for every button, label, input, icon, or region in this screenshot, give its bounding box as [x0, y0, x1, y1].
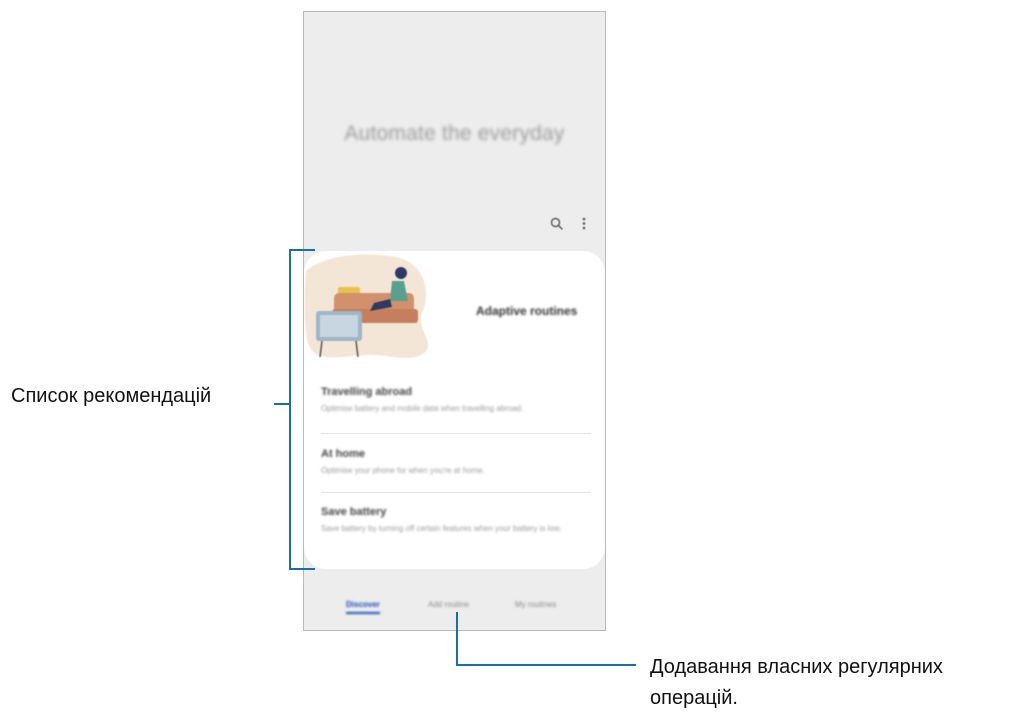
- tab-my-routines[interactable]: My routines: [515, 600, 556, 609]
- list-item[interactable]: Save battery Save battery by turning off…: [321, 506, 591, 556]
- callout-bracket-top: [289, 249, 315, 251]
- callout-text-line: операцій.: [650, 687, 738, 709]
- tab-label: Add routine: [428, 600, 469, 609]
- list-item[interactable]: Travelling abroad Optimise battery and m…: [321, 386, 591, 426]
- tab-label: My routines: [515, 600, 557, 609]
- callout-leader-horizontal: [456, 664, 636, 666]
- divider: [321, 433, 591, 434]
- relaxing-on-sofa-illustration: [304, 254, 429, 358]
- list-item-description: Optimise battery and mobile data when tr…: [321, 404, 524, 413]
- list-item-description: Save battery by turning off certain feat…: [321, 524, 562, 533]
- list-item-title: Travelling abroad: [321, 386, 413, 398]
- list-item-description: Optimise your phone for when you're at h…: [321, 466, 485, 475]
- tab-label: Discover: [346, 600, 380, 609]
- callout-bracket-vertical: [289, 249, 291, 570]
- callout-leader-left: [274, 403, 289, 405]
- list-item[interactable]: At home Optimise your phone for when you…: [321, 448, 591, 488]
- list-item-title: At home: [321, 448, 365, 460]
- divider: [321, 492, 591, 493]
- more-vert-icon: [582, 217, 586, 229]
- card-heading: Adaptive routines: [476, 304, 578, 318]
- tab-add-routine[interactable]: Add routine: [428, 600, 469, 609]
- more-options-button[interactable]: [577, 215, 591, 231]
- tab-discover[interactable]: Discover: [346, 600, 380, 614]
- active-tab-indicator: [346, 612, 380, 614]
- callout-bracket-bottom: [289, 568, 315, 570]
- bottom-tab-bar: Discover Add routine My routines: [304, 600, 605, 620]
- search-button[interactable]: [549, 215, 563, 231]
- list-item-title: Save battery: [321, 506, 387, 518]
- callout-recommendations-list: Список рекомендацій: [11, 385, 212, 407]
- callout-text-line: Додавання власних регулярних: [650, 656, 943, 678]
- callout-leader-vertical: [456, 612, 458, 666]
- search-icon: [550, 217, 563, 230]
- callout-add-custom-routines: Додавання власних регулярних операцій.: [650, 652, 943, 714]
- phone-screen: Automate the everyday Adaptive routines …: [303, 11, 606, 631]
- hero-title: Automate the everyday: [344, 122, 565, 145]
- toolbar: [549, 215, 591, 231]
- recommendations-card: Adaptive routines Travelling abroad Opti…: [304, 251, 605, 569]
